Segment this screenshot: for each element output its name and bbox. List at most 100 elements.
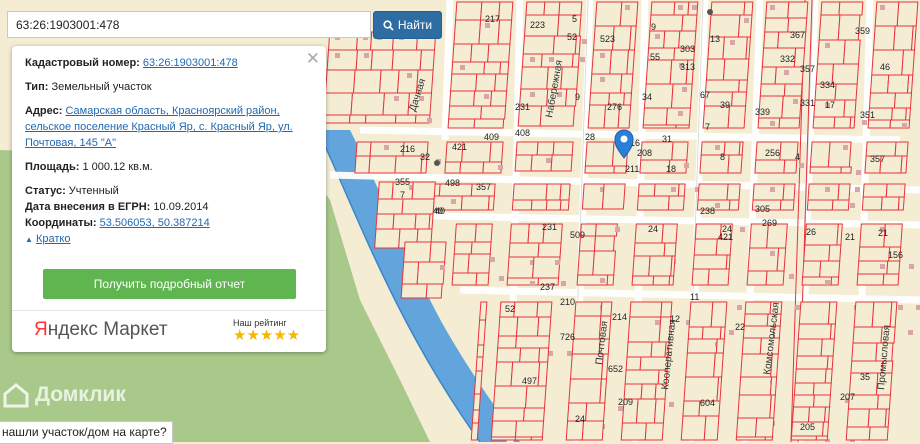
parcel[interactable] — [492, 407, 526, 422]
parcel[interactable] — [522, 35, 556, 55]
search-input[interactable] — [7, 11, 371, 38]
parcel[interactable] — [487, 43, 511, 63]
parcel[interactable] — [400, 283, 428, 299]
parcel[interactable] — [626, 49, 636, 75]
parcel[interactable] — [599, 378, 608, 404]
parcel[interactable] — [779, 199, 795, 211]
parcel[interactable] — [377, 181, 394, 200]
parcel[interactable] — [652, 275, 671, 286]
parcel[interactable] — [476, 344, 485, 358]
coordinates-link[interactable]: 53.506053, 50.387214 — [100, 217, 210, 229]
parcel[interactable] — [728, 199, 740, 211]
parcel[interactable] — [490, 420, 518, 438]
parcel[interactable] — [559, 199, 570, 211]
parcel[interactable] — [470, 422, 479, 441]
parcel[interactable] — [665, 107, 691, 126]
parcel[interactable] — [686, 338, 718, 354]
parcel[interactable] — [868, 426, 889, 441]
parcel[interactable] — [640, 383, 657, 400]
parcel[interactable] — [425, 283, 443, 299]
parcel[interactable] — [509, 223, 530, 244]
parcel[interactable] — [401, 198, 435, 215]
parcel[interactable] — [511, 199, 533, 211]
parcel[interactable] — [451, 272, 478, 286]
parcel[interactable] — [861, 196, 883, 211]
parcel[interactable] — [490, 90, 508, 107]
parcel[interactable] — [782, 183, 796, 201]
parcel[interactable] — [515, 335, 551, 349]
parcel[interactable] — [693, 238, 718, 256]
parcel[interactable] — [906, 74, 914, 94]
parcel[interactable] — [648, 255, 673, 277]
parcel[interactable] — [829, 323, 836, 340]
parcel[interactable] — [326, 49, 359, 71]
parcel[interactable] — [324, 69, 356, 94]
parcel[interactable] — [763, 31, 780, 49]
parcel[interactable] — [827, 301, 838, 325]
parcel[interactable] — [411, 181, 436, 200]
parcel[interactable] — [833, 116, 852, 129]
parcel[interactable] — [364, 114, 397, 124]
parcel[interactable] — [429, 241, 447, 263]
parcel[interactable] — [530, 436, 543, 441]
parcel[interactable] — [842, 39, 861, 65]
parcel[interactable] — [723, 141, 741, 156]
parcel[interactable] — [856, 273, 885, 286]
parcel[interactable] — [891, 107, 907, 121]
parcel[interactable] — [515, 316, 540, 337]
parcel[interactable] — [623, 92, 633, 106]
parcel[interactable] — [515, 141, 539, 156]
parcel[interactable] — [731, 91, 748, 107]
yandex-market-logo[interactable]: Яндекс Маркет — [34, 319, 168, 341]
parcel[interactable] — [619, 73, 634, 94]
parcel[interactable] — [746, 270, 768, 286]
parcel[interactable] — [487, 195, 495, 211]
parcel[interactable] — [671, 141, 689, 161]
parcel[interactable] — [834, 83, 858, 101]
parcel[interactable] — [626, 341, 653, 358]
parcel[interactable] — [757, 117, 781, 129]
parcel[interactable] — [722, 58, 750, 81]
search-button[interactable]: Найти — [373, 11, 442, 39]
parcel[interactable] — [496, 347, 522, 363]
parcel[interactable] — [735, 436, 766, 441]
parcel[interactable] — [453, 19, 482, 45]
parcel[interactable] — [905, 107, 911, 121]
parcel[interactable] — [519, 347, 541, 363]
parcel[interactable] — [710, 1, 746, 16]
parcel[interactable] — [663, 242, 677, 257]
parcel[interactable] — [793, 382, 815, 396]
parcel[interactable] — [687, 326, 704, 340]
parcel[interactable] — [508, 242, 540, 258]
parcel[interactable] — [831, 199, 850, 211]
parcel[interactable] — [764, 436, 773, 441]
parcel[interactable] — [536, 141, 555, 156]
parcel[interactable] — [836, 223, 843, 246]
parcel[interactable] — [663, 30, 681, 49]
parcel[interactable] — [901, 49, 916, 76]
parcel[interactable] — [571, 53, 580, 68]
parcel[interactable] — [896, 1, 919, 27]
parcel[interactable] — [796, 338, 823, 357]
parcel[interactable] — [648, 30, 666, 49]
parcel[interactable] — [862, 183, 888, 198]
parcel[interactable] — [322, 114, 351, 124]
parcel[interactable] — [354, 155, 371, 174]
parcel[interactable] — [803, 244, 831, 262]
parcel[interactable] — [530, 199, 548, 211]
parcel[interactable] — [790, 435, 818, 441]
parcel[interactable] — [867, 119, 892, 129]
parcel[interactable] — [520, 66, 549, 90]
parcel[interactable] — [559, 183, 571, 201]
parcel[interactable] — [524, 385, 547, 409]
parcel[interactable] — [642, 107, 668, 126]
parcel[interactable] — [490, 436, 516, 441]
parcel[interactable] — [874, 1, 900, 27]
parcel[interactable] — [635, 398, 657, 424]
parcel[interactable] — [584, 141, 615, 167]
parcel[interactable] — [474, 223, 493, 243]
parcel[interactable] — [558, 1, 583, 16]
parcel[interactable] — [543, 1, 561, 16]
parcel[interactable] — [620, 422, 647, 441]
parcel[interactable] — [538, 347, 550, 363]
